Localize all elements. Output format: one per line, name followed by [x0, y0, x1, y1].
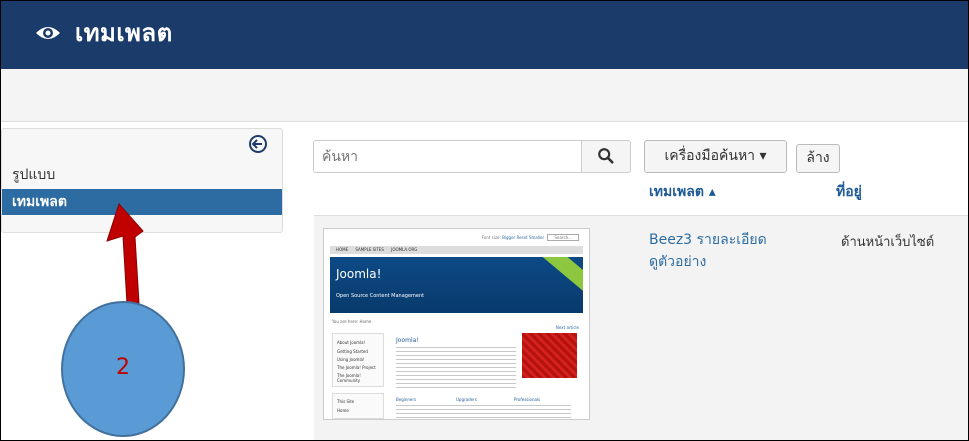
column-header-location[interactable]: ที่อยู่: [836, 181, 862, 203]
template-location: ด้านหน้าเว็บไซต์: [841, 235, 935, 250]
sidebar-item-templates[interactable]: เทมเพลต: [2, 189, 282, 215]
thumb-top-links: Font size: Bigger Reset Smaller Search..…: [482, 234, 579, 241]
collapse-sidebar-icon[interactable]: [248, 134, 268, 154]
thumb-brand: Joomla!: [336, 267, 382, 281]
thumb-breadcrumb: You are here: Home: [332, 319, 372, 324]
eye-icon: [36, 27, 60, 39]
page-header: เทมเพลต: [1, 1, 968, 69]
annotation-step-label: 2: [116, 355, 130, 380]
thumb-banner: Joomla! Open Source Content Management: [330, 257, 583, 313]
template-preview-link[interactable]: ดูตัวอย่าง: [649, 251, 706, 273]
page-title: เทมเพลต: [75, 19, 173, 47]
toolbar: [1, 69, 968, 122]
search-button[interactable]: [581, 140, 631, 173]
column-header-template[interactable]: เทมเพลต ▴: [649, 181, 716, 203]
thumb-article-text: [396, 347, 516, 391]
search-tools-button[interactable]: เครื่องมือค้นหา ▾: [644, 140, 787, 173]
thumb-article-title: Joomla!: [396, 337, 419, 344]
annotation-circle: 2: [61, 301, 185, 437]
search-icon: [598, 148, 614, 164]
sidebar-item-styles[interactable]: รูปแบบ: [2, 163, 282, 187]
sidebar: รูปแบบ เทมเพลต: [1, 128, 283, 233]
clear-button[interactable]: ล้าง: [796, 144, 840, 173]
thumb-about-box: About Joomla! Getting Started Using Joom…: [332, 333, 384, 387]
app-window: เทมเพลต รูปแบบ เทมเพลต เครื่องมือค้นหา ▾…: [0, 0, 969, 441]
search-input[interactable]: [313, 140, 581, 173]
template-name-link[interactable]: Beez3 รายละเอียด: [649, 229, 767, 251]
thumb-site-box: This Site Home: [332, 393, 384, 419]
thumb-article-image: [522, 333, 577, 378]
thumb-next-link: Next article: [555, 325, 579, 330]
thumb-nav: HOME SAMPLE SITES JOOMLA.ORG: [330, 246, 583, 254]
thumb-tagline: Open Source Content Management: [336, 293, 425, 299]
template-thumbnail[interactable]: Font size: Bigger Reset Smaller Search..…: [323, 228, 590, 420]
thumb-ribbon: [531, 257, 583, 299]
